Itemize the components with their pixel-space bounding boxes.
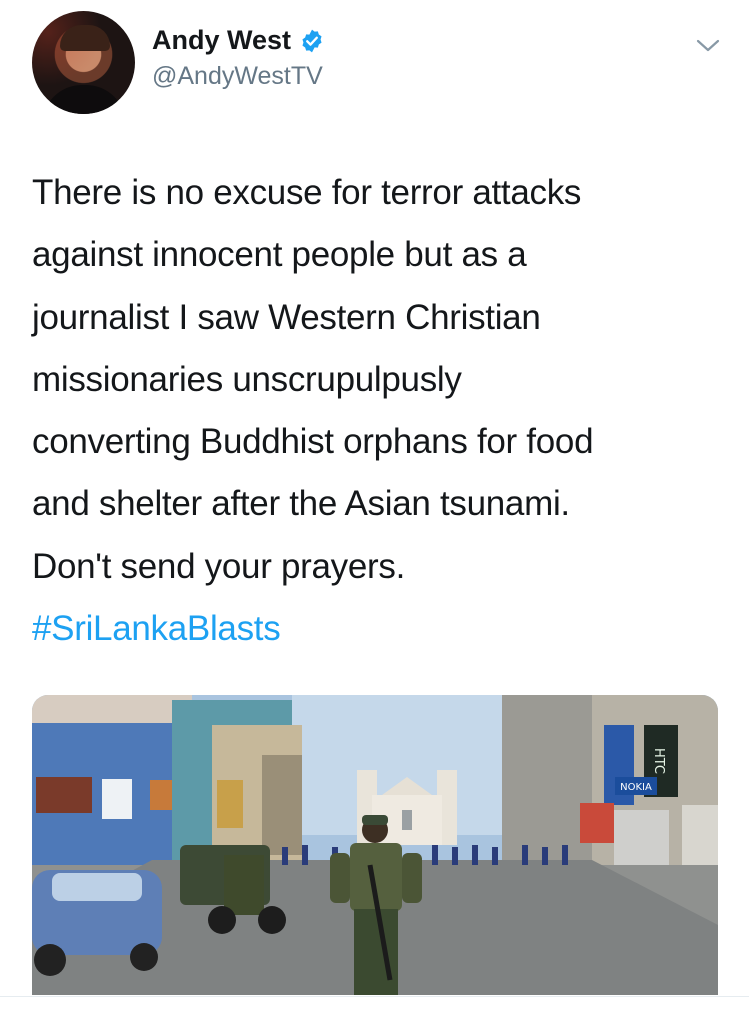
tweet-line: against innocent people but as a xyxy=(32,235,527,275)
street-scene-photo: HTC NOKIA xyxy=(32,695,718,995)
tweet-line: missionaries unscrupulpusly xyxy=(32,359,462,399)
hashtag-link[interactable]: #SriLankaBlasts xyxy=(32,598,722,660)
author-avatar[interactable] xyxy=(32,11,135,114)
author-handle[interactable]: @AndyWestTV xyxy=(152,62,323,91)
verified-badge-icon xyxy=(302,29,322,52)
author-name-row: Andy West xyxy=(152,25,325,56)
chevron-down-icon[interactable] xyxy=(694,34,722,56)
tweet-text: There is no excuse for terror attacks ag… xyxy=(32,162,722,660)
tweet-line: Don't send your prayers. xyxy=(32,546,405,586)
tweet-line: converting Buddhist orphans for food xyxy=(32,422,594,462)
tweet-divider xyxy=(0,996,749,997)
author-name[interactable]: Andy West xyxy=(152,25,291,56)
tweet-line: and shelter after the Asian tsunami. xyxy=(32,484,570,524)
tweet-line: There is no excuse for terror attacks xyxy=(32,173,582,212)
htc-sign: HTC xyxy=(651,748,666,774)
tweet-photo[interactable]: HTC NOKIA xyxy=(32,695,718,995)
nokia-sign: NOKIA xyxy=(620,782,652,793)
tweet-card[interactable]: Andy West @AndyWestTV There is no excuse… xyxy=(0,0,749,1013)
tweet-line: journalist I saw Western Christian xyxy=(32,297,541,337)
